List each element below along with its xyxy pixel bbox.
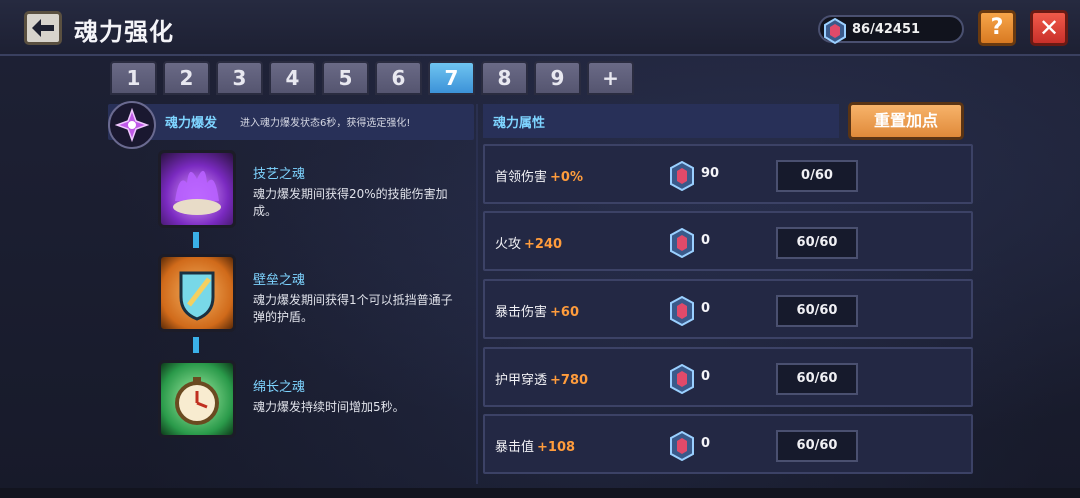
- page-title: 魂力强化: [74, 18, 174, 46]
- attribute-row-armor-penetration: 护甲穿透 +780 0 60/60: [483, 347, 973, 407]
- skill-desc-endurance: 魂力爆发持续时间增加5秒。: [253, 400, 405, 414]
- purple-star-icon: [115, 108, 149, 142]
- attribute-name: 火攻 +240: [495, 237, 563, 252]
- attribute-level-button[interactable]: 0/60: [776, 160, 858, 192]
- attribute-level-button[interactable]: 60/60: [776, 363, 858, 395]
- soul-currency-display: 86/42451: [818, 15, 964, 45]
- tab-7[interactable]: 7: [428, 61, 475, 95]
- tab-9[interactable]: 9: [534, 61, 581, 95]
- attribute-name: 首领伤害 +0%: [495, 170, 583, 185]
- soul-gem-icon: [670, 228, 694, 258]
- soul-gem-icon: [670, 431, 694, 461]
- close-button[interactable]: ✕: [1030, 10, 1068, 46]
- attribute-bonus: +0%: [550, 170, 583, 185]
- tab-3[interactable]: 3: [216, 61, 263, 95]
- attribute-row-crit-damage: 暴击伤害 +60 0 60/60: [483, 279, 973, 339]
- tab-8[interactable]: 8: [481, 61, 528, 95]
- soul-burst-label: 魂力爆发: [165, 116, 218, 131]
- panel-divider: [476, 104, 478, 484]
- skill-desc-bulwark: 魂力爆发期间获得1个可以抵挡普通子弹的护盾。: [253, 293, 453, 324]
- shield-icon: [179, 271, 215, 321]
- back-arrow-icon: [32, 19, 54, 37]
- soul-gem-icon: [670, 161, 694, 191]
- top-bar: 魂力强化 86/42451 ? ✕: [0, 0, 1080, 56]
- tab-4[interactable]: 4: [269, 61, 316, 95]
- currency-amount: 86/42451: [852, 22, 921, 37]
- help-button[interactable]: ?: [978, 10, 1016, 46]
- attribute-cost: 0: [701, 233, 711, 248]
- skill-connector: [193, 232, 199, 248]
- soul-burst-description: 进入魂力爆发状态6秒，获得选定强化!: [240, 118, 411, 129]
- tab-add[interactable]: +: [587, 61, 634, 95]
- attribute-name: 暴击伤害 +60: [495, 305, 579, 320]
- tab-1[interactable]: 1: [110, 61, 157, 95]
- attribute-cost: 0: [701, 301, 711, 316]
- attribute-row-crit-rate: 暴击值 +108 0 60/60: [483, 414, 973, 474]
- attribute-level-button[interactable]: 60/60: [776, 430, 858, 462]
- soul-gem-icon: [824, 17, 846, 45]
- attribute-bonus: +780: [550, 373, 589, 388]
- attribute-bonus: +108: [537, 440, 576, 455]
- attribute-name: 暴击值 +108: [495, 440, 576, 455]
- bottom-edge: [0, 488, 1080, 498]
- attribute-name: 护甲穿透 +780: [495, 373, 589, 388]
- attribute-level-button[interactable]: 60/60: [776, 227, 858, 259]
- skill-connector: [193, 337, 199, 353]
- page-tabs: 1 2 3 4 5 6 7 8 9 +: [110, 61, 634, 97]
- skill-name-bulwark: 壁垒之魂: [253, 273, 306, 288]
- soul-gem-icon: [670, 364, 694, 394]
- tab-5[interactable]: 5: [322, 61, 369, 95]
- attribute-row-fire-attack: 火攻 +240 0 60/60: [483, 211, 973, 271]
- soul-attributes-title: 魂力属性: [493, 116, 546, 131]
- skill-name-endurance: 绵长之魂: [253, 380, 306, 395]
- attribute-cost: 0: [701, 369, 711, 384]
- tab-6[interactable]: 6: [375, 61, 422, 95]
- attribute-bonus: +240: [524, 237, 563, 252]
- back-button[interactable]: [24, 11, 62, 45]
- skill-icon-technique[interactable]: [158, 150, 236, 228]
- skill-icon-bulwark[interactable]: [158, 254, 236, 332]
- soul-gem-icon: [670, 296, 694, 326]
- attribute-row-boss-damage: 首领伤害 +0% 90 0/60: [483, 144, 973, 204]
- skill-icon-endurance[interactable]: [158, 360, 236, 438]
- skill-desc-technique: 魂力爆发期间获得20%的技能伤害加成。: [253, 187, 448, 218]
- purple-flame-icon: [173, 170, 221, 215]
- skill-name-technique: 技艺之魂: [253, 167, 306, 182]
- attribute-level-button[interactable]: 60/60: [776, 295, 858, 327]
- reset-points-button[interactable]: 重置加点: [848, 102, 964, 140]
- tab-2[interactable]: 2: [163, 61, 210, 95]
- soul-burst-icon: [108, 101, 156, 149]
- attribute-cost: 0: [701, 436, 711, 451]
- attribute-cost: 90: [701, 166, 720, 181]
- clock-icon: [175, 377, 219, 425]
- attribute-bonus: +60: [550, 305, 579, 320]
